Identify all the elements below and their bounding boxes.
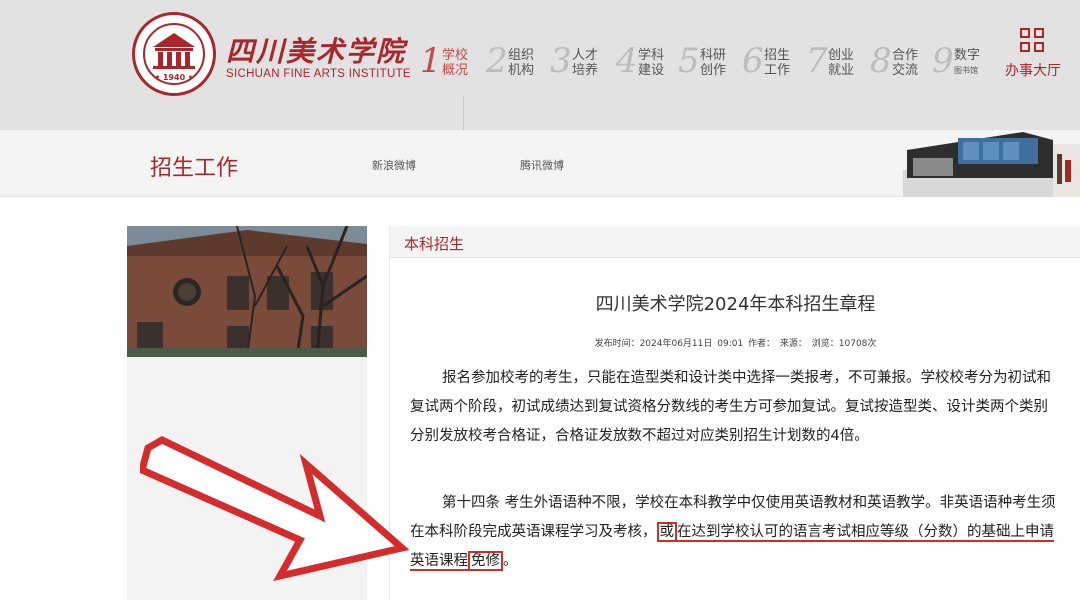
highlight-box-or: 或 [656,522,677,542]
nav-number: 6 [742,41,764,81]
article-title: 四川美术学院2024年本科招生章程 [595,294,876,315]
category-title[interactable]: 本科招生 [404,233,464,254]
active-nav-indicator [463,96,464,130]
school-name-en[interactable]: SICHUAN FINE ARTS INSTITUTE [226,68,411,80]
nav-number: 8 [870,41,892,81]
nav-label: 学科建设 [638,48,665,78]
nav-number: 3 [550,41,572,81]
section-header: 招生工作 新浪微博 腾讯微博 [0,130,1080,197]
seal-year: • 1940 • [154,73,194,82]
nav-label: 科研创作 [700,48,727,78]
nav-number: 1 [420,41,442,81]
article-paragraph-article-14: 第十四条 考生外语语种不限，学校在本科教学中仅使用英语教材和英语教学。非英语语种… [410,489,1060,576]
nav-label: 合作交流 [892,48,919,78]
nav-label: 人才培养 [572,48,599,78]
school-seal-logo[interactable]: • 1940 • [132,12,216,96]
office-hall-link[interactable]: 办事大厅 [1000,28,1066,80]
left-sidebar [127,226,367,600]
nav-label: 组织机构 [508,48,535,78]
paragraph-end: 。 [503,553,518,569]
sina-weibo-link[interactable]: 新浪微博 [372,157,416,173]
nav-number: 9 [932,41,954,81]
section-title: 招生工作 [150,156,239,181]
nav-number: 5 [678,41,700,81]
building-icon [153,33,195,69]
highlight-box-exempt: 免修 [468,551,503,571]
article-meta: 发布时间：2024年06月11日 09:01 作者： 来源： 浏览：10708次 [594,339,877,349]
school-name-cn[interactable]: 四川美术学院 [226,30,406,70]
nav-label: 招生工作 [764,48,791,78]
nav-number: 4 [616,41,638,81]
nav-label: 学校概况 [442,48,469,78]
category-bar: 本科招生 [390,226,1080,258]
nav-number: 2 [486,41,508,81]
campus-photo [127,226,367,357]
article-panel: 本科招生 四川美术学院2024年本科招生章程 发布时间：2024年06月11日 … [389,226,1080,600]
article-paragraph: 报名参加校考的考生，只能在造型类和设计类中选择一类报考，不可兼报。学校校考分为初… [410,370,1051,444]
grid-icon [1020,28,1046,54]
office-hall-label: 办事大厅 [1005,63,1061,79]
site-header: • 1940 • 四川美术学院 SICHUAN FINE ARTS INSTIT… [0,0,1080,130]
nav-number: 7 [806,41,828,81]
nav-label: 创业就业 [828,48,855,78]
nav-label: 数字 图书馆 [954,48,981,75]
tencent-weibo-link[interactable]: 腾讯微博 [520,157,564,173]
campus-building-banner [903,130,1080,197]
